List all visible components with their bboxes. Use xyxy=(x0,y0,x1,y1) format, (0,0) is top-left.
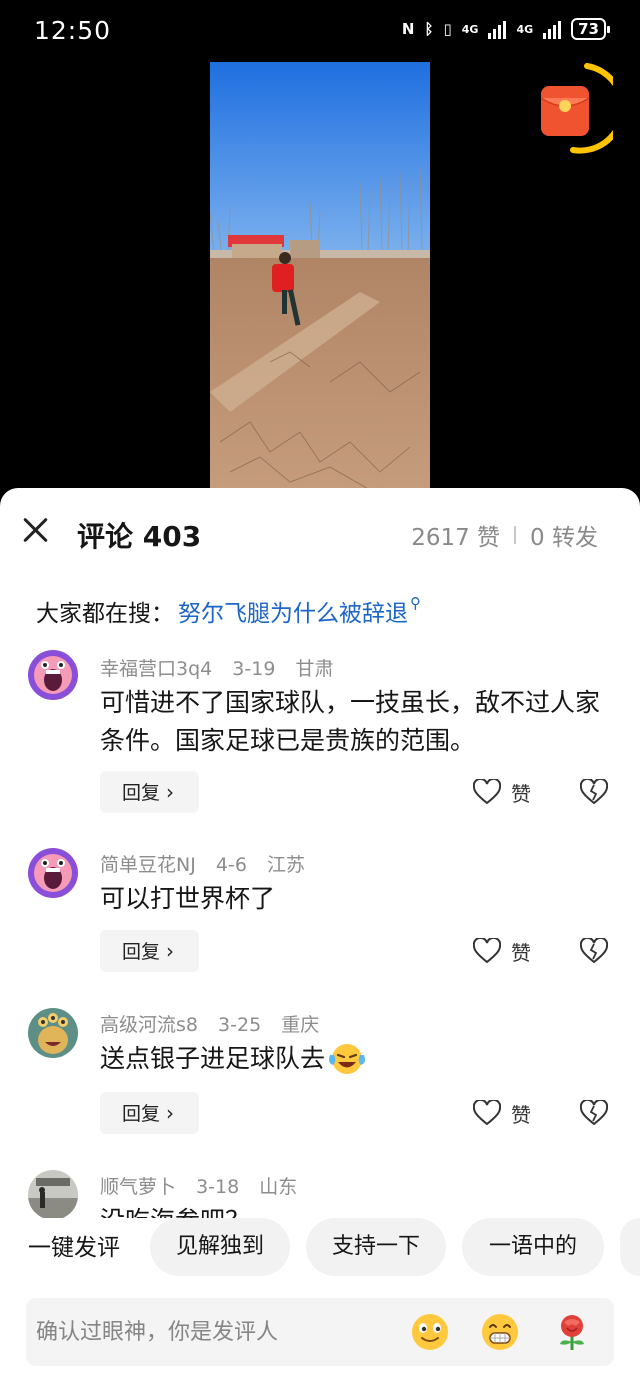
comment-meta: 简单豆花NJ 4-6 江苏 xyxy=(100,850,319,877)
quick-reply-chip[interactable]: 见解独到 xyxy=(150,1218,290,1276)
comment-username[interactable]: 简单豆花NJ xyxy=(100,854,196,876)
broken-heart-icon xyxy=(579,777,609,805)
broken-heart-icon xyxy=(579,936,609,964)
avatar[interactable] xyxy=(28,650,78,700)
laughing-crying-emoji-icon xyxy=(329,1044,366,1074)
comment-username[interactable]: 高级河流s8 xyxy=(100,1014,198,1036)
likes-count: 2617 赞 xyxy=(411,525,501,551)
broken-heart-icon xyxy=(579,1098,609,1126)
heart-icon xyxy=(473,1100,501,1126)
rose-emoji-icon[interactable] xyxy=(552,1312,592,1352)
like-label: 赞 xyxy=(511,1102,531,1127)
comment-location: 甘肃 xyxy=(295,658,334,680)
heart-icon xyxy=(473,779,501,805)
comment-text-content: 送点银子进足球队去 xyxy=(100,1044,326,1073)
reply-label: 回复 xyxy=(122,1103,161,1125)
status-bar: 12:50 N ᛒ ▯ 4G 4G 73 xyxy=(0,0,640,62)
avatar[interactable] xyxy=(28,1008,78,1058)
heart-icon xyxy=(473,938,501,964)
reply-label: 回复 xyxy=(122,782,161,804)
like-label: 赞 xyxy=(511,940,531,965)
battery-indicator: 73 xyxy=(571,18,610,40)
dislike-button[interactable] xyxy=(579,777,609,807)
comment-date: 3-18 xyxy=(196,1176,240,1198)
signal-1-icon xyxy=(488,19,507,39)
comment-input-bar xyxy=(26,1298,614,1366)
comment-username[interactable]: 顺气萝卜 xyxy=(100,1176,176,1198)
signal-2-icon xyxy=(543,19,562,39)
comment-meta: 顺气萝卜 3-18 山东 xyxy=(100,1172,311,1199)
network-1-label: 4G xyxy=(461,22,479,36)
trending-query-link[interactable]: 努尔飞腿为什么被辞退 xyxy=(178,594,408,628)
like-label: 赞 xyxy=(511,781,531,806)
network-2-label: 4G xyxy=(516,22,534,36)
quick-reply-chip[interactable]: 支持一下 xyxy=(306,1218,446,1276)
grin-emoji-icon[interactable] xyxy=(480,1312,520,1352)
comment-text[interactable]: 没吃海参吧？ xyxy=(100,1202,620,1218)
comment-input[interactable] xyxy=(36,1298,396,1366)
comment-text[interactable]: 可惜进不了国家球队，一技虽长，敌不过人家条件。国家足球已是贵族的范围。 xyxy=(100,684,620,760)
dislike-button[interactable] xyxy=(579,1098,609,1128)
reply-button[interactable]: 回复 › xyxy=(100,771,199,813)
reply-button[interactable]: 回复 › xyxy=(100,1092,199,1134)
quick-reply-bar: 一键发评 见解独到 支持一下 一语中的 xyxy=(0,1218,640,1296)
comment-location: 重庆 xyxy=(281,1014,320,1036)
trending-prefix: 大家都在搜： xyxy=(36,601,174,627)
nfc-icon: N xyxy=(401,20,415,38)
comment-meta: 幸福营口3q4 3-19 甘肃 xyxy=(100,654,347,681)
comment-date: 3-19 xyxy=(232,658,276,680)
comment-meta: 高级河流s8 3-25 重庆 xyxy=(100,1010,333,1037)
sheet-header: 评论 403 2617 赞 0 转发 xyxy=(0,488,640,578)
status-time: 12:50 xyxy=(34,16,112,45)
bluetooth-icon: ᛒ xyxy=(424,20,434,38)
close-icon[interactable] xyxy=(18,512,54,548)
red-packet-button[interactable] xyxy=(535,62,626,154)
quick-reply-chip-overflow[interactable] xyxy=(620,1218,640,1276)
video-player[interactable] xyxy=(210,62,430,490)
vibrate-icon: ▯ xyxy=(443,20,452,38)
comment-date: 3-25 xyxy=(218,1014,262,1036)
video-frame-image xyxy=(210,62,430,490)
comment-count-title: 评论 403 xyxy=(77,520,202,553)
comment-sheet: 评论 403 2617 赞 0 转发 大家都在搜： 努尔飞腿为什么被辞退 ⚲ 幸… xyxy=(0,488,640,1387)
comment-list[interactable]: 幸福营口3q4 3-19 甘肃 可惜进不了国家球队，一技虽长，敌不过人家条件。国… xyxy=(0,648,640,1218)
like-button[interactable]: 赞 xyxy=(473,1095,553,1131)
comment-text[interactable]: 送点银子进足球队去 xyxy=(100,1040,620,1078)
sheet-stats: 2617 赞 0 转发 xyxy=(411,518,598,552)
chevron-right-icon: › xyxy=(166,939,175,963)
like-button[interactable]: 赞 xyxy=(473,933,553,969)
quick-reply-chip[interactable]: 一语中的 xyxy=(462,1218,604,1276)
trending-search: 大家都在搜： 努尔飞腿为什么被辞退 ⚲ xyxy=(36,594,421,628)
quick-reply-label: 一键发评 xyxy=(28,1235,120,1261)
avatar[interactable] xyxy=(28,848,78,898)
smile-emoji-icon[interactable] xyxy=(410,1312,450,1352)
avatar[interactable] xyxy=(28,1170,78,1218)
chevron-right-icon: › xyxy=(166,1101,175,1125)
comment-text[interactable]: 可以打世界杯了 xyxy=(100,880,620,918)
like-button[interactable]: 赞 xyxy=(473,774,553,810)
chevron-right-icon: › xyxy=(166,780,175,804)
comment-location: 江苏 xyxy=(266,854,305,876)
reply-button[interactable]: 回复 › xyxy=(100,930,199,972)
comment-date: 4-6 xyxy=(215,854,247,876)
search-icon: ⚲ xyxy=(410,594,421,612)
shares-count: 0 转发 xyxy=(530,525,598,551)
dislike-button[interactable] xyxy=(579,936,609,966)
comment-location: 山东 xyxy=(259,1176,298,1198)
reply-label: 回复 xyxy=(122,941,161,963)
stats-divider xyxy=(514,526,517,544)
comment-username[interactable]: 幸福营口3q4 xyxy=(100,658,212,680)
status-icons: N ᛒ ▯ 4G 4G 73 xyxy=(401,18,610,40)
